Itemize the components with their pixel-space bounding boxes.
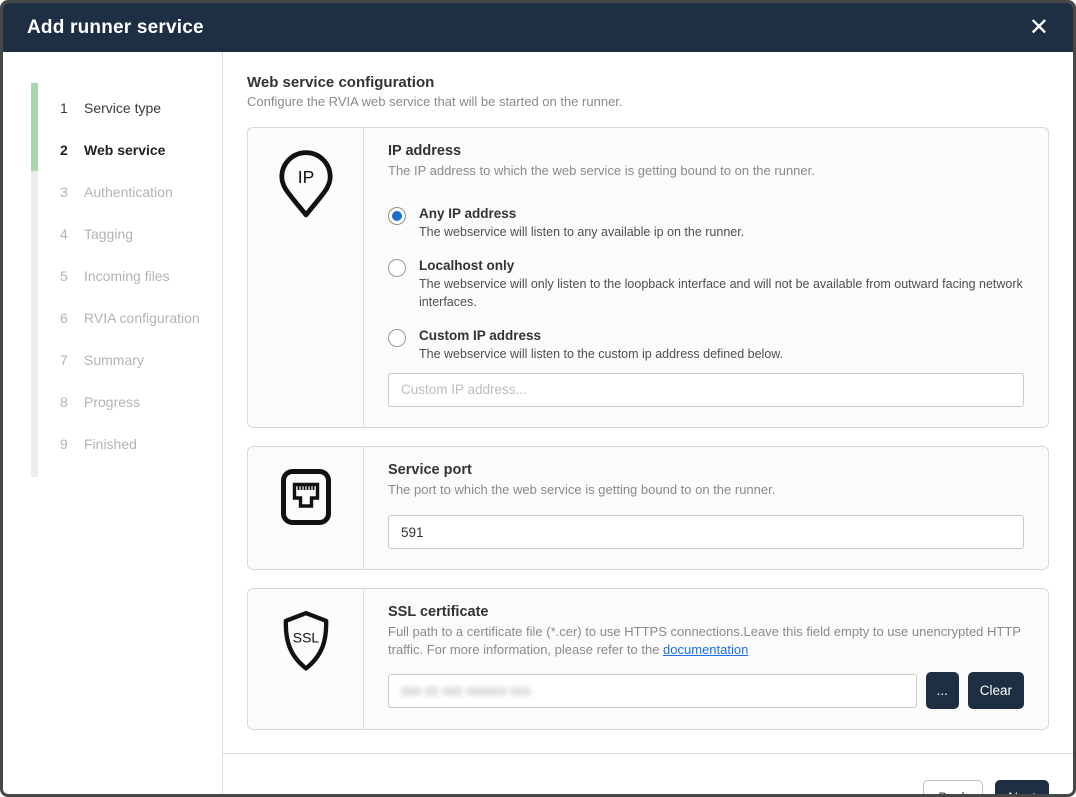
radio-option-localhost[interactable]: Localhost only The webservice will only … bbox=[388, 258, 1024, 311]
step-label: Authentication bbox=[84, 184, 173, 200]
ssl-shield-icon: SSL bbox=[280, 610, 332, 729]
radio-label: Custom IP address bbox=[419, 328, 783, 343]
step-item-service-type[interactable]: 1 Service type bbox=[60, 87, 214, 129]
step-item-incoming-files[interactable]: 5 Incoming files bbox=[60, 255, 214, 297]
port-card-title: Service port bbox=[388, 462, 1024, 478]
step-item-summary[interactable]: 7 Summary bbox=[60, 339, 214, 381]
step-item-web-service[interactable]: 2 Web service bbox=[60, 129, 214, 171]
ip-card-title: IP address bbox=[388, 143, 1024, 159]
radio-description: The webservice will listen to any availa… bbox=[419, 224, 744, 242]
documentation-link[interactable]: documentation bbox=[663, 642, 748, 657]
radio-button-any-ip[interactable] bbox=[388, 207, 406, 225]
port-card-description: The port to which the web service is get… bbox=[388, 481, 1024, 499]
progress-rail-remaining bbox=[31, 171, 38, 477]
step-item-rvia-configuration[interactable]: 6 RVIA configuration bbox=[60, 297, 214, 339]
ssl-card-description: Full path to a certificate file (*.cer) … bbox=[388, 623, 1024, 658]
service-port-card: Service port The port to which the web s… bbox=[247, 446, 1049, 571]
service-port-input[interactable] bbox=[388, 515, 1024, 549]
step-label: Service type bbox=[84, 100, 161, 116]
radio-description: The webservice will listen to the custom… bbox=[419, 346, 783, 364]
step-number: 8 bbox=[60, 394, 84, 410]
ip-option-group: Any IP address The webservice will liste… bbox=[388, 206, 1024, 364]
step-item-progress[interactable]: 8 Progress bbox=[60, 381, 214, 423]
step-number: 7 bbox=[60, 352, 84, 368]
wizard-step-sidebar: 1 Service type 2 Web service 3 Authentic… bbox=[3, 52, 223, 794]
ethernet-port-icon bbox=[280, 468, 332, 570]
radio-option-any-ip[interactable]: Any IP address The webservice will liste… bbox=[388, 206, 1024, 242]
svg-text:SSL: SSL bbox=[292, 630, 319, 646]
radio-button-custom-ip[interactable] bbox=[388, 329, 406, 347]
step-label: RVIA configuration bbox=[84, 310, 200, 326]
step-number: 5 bbox=[60, 268, 84, 284]
radio-option-custom-ip[interactable]: Custom IP address The webservice will li… bbox=[388, 328, 1024, 364]
step-number: 1 bbox=[60, 100, 84, 116]
step-label: Progress bbox=[84, 394, 140, 410]
radio-label: Localhost only bbox=[419, 258, 1024, 273]
step-label: Incoming files bbox=[84, 268, 170, 284]
browse-file-button[interactable]: ... bbox=[926, 672, 959, 709]
ip-address-card: IP IP address The IP address to which th… bbox=[247, 127, 1049, 428]
dialog-title: Add runner service bbox=[27, 17, 204, 39]
step-item-tagging[interactable]: 4 Tagging bbox=[60, 213, 214, 255]
step-number: 6 bbox=[60, 310, 84, 326]
dialog-titlebar: Add runner service ✕ bbox=[3, 3, 1073, 52]
step-number: 4 bbox=[60, 226, 84, 242]
page-title: Web service configuration bbox=[247, 74, 1049, 91]
step-label: Web service bbox=[84, 142, 165, 158]
ssl-certificate-path-input[interactable]: xxx xx xxx xxxxxx xxx bbox=[388, 674, 917, 708]
ip-card-description: The IP address to which the web service … bbox=[388, 162, 1024, 180]
step-item-authentication[interactable]: 3 Authentication bbox=[60, 171, 214, 213]
clear-button[interactable]: Clear bbox=[968, 672, 1024, 709]
wizard-step-list: 1 Service type 2 Web service 3 Authentic… bbox=[60, 87, 214, 465]
step-number: 3 bbox=[60, 184, 84, 200]
step-label: Tagging bbox=[84, 226, 133, 242]
custom-ip-input[interactable] bbox=[388, 373, 1024, 407]
add-runner-service-dialog: Add runner service ✕ 1 Service type 2 We… bbox=[0, 0, 1076, 797]
radio-description: The webservice will only listen to the l… bbox=[419, 276, 1024, 311]
step-number: 9 bbox=[60, 436, 84, 452]
back-button[interactable]: Back bbox=[923, 780, 983, 797]
progress-rail bbox=[31, 83, 38, 477]
svg-text:IP: IP bbox=[297, 167, 314, 187]
progress-rail-completed bbox=[31, 83, 38, 171]
ip-pin-icon: IP bbox=[277, 149, 335, 427]
dialog-footer: Back Next bbox=[223, 753, 1073, 797]
next-button[interactable]: Next bbox=[995, 780, 1049, 797]
page-subtitle: Configure the RVIA web service that will… bbox=[247, 94, 1049, 109]
step-label: Finished bbox=[84, 436, 137, 452]
radio-label: Any IP address bbox=[419, 206, 744, 221]
ssl-card-title: SSL certificate bbox=[388, 604, 1024, 620]
close-icon[interactable]: ✕ bbox=[1025, 14, 1053, 42]
radio-button-localhost[interactable] bbox=[388, 259, 406, 277]
step-number: 2 bbox=[60, 142, 84, 158]
step-item-finished[interactable]: 9 Finished bbox=[60, 423, 214, 465]
ssl-path-redacted-value: xxx xx xxx xxxxxx xxx bbox=[401, 683, 531, 698]
ssl-certificate-card: SSL SSL certificate Full path to a certi… bbox=[247, 588, 1049, 730]
step-label: Summary bbox=[84, 352, 144, 368]
